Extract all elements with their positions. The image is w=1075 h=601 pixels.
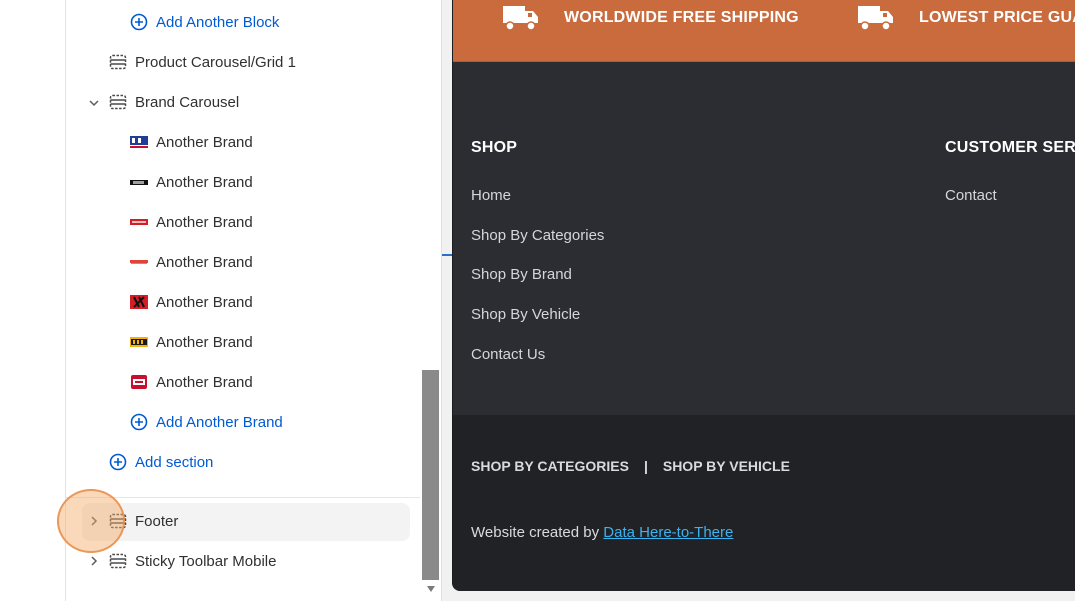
brand-logo-icon [130,295,148,309]
brand-logo-icon [130,255,148,269]
footer-column-heading: CUSTOMER SERV [945,139,1075,156]
click-indicator [57,489,125,553]
chevron-right-icon[interactable] [88,555,100,567]
section-item-label: Product Carousel/Grid 1 [135,53,296,71]
brand-block-item[interactable]: Another Brand [130,204,253,240]
brand-block-label: Another Brand [156,373,253,391]
footer-link[interactable]: Shop By Vehicle [471,306,580,323]
credit-link[interactable]: Data Here-to-There [603,524,733,541]
brand-block-item[interactable]: Another Brand [130,124,253,160]
brand-block-item[interactable]: Another Brand [130,324,253,360]
section-icon [109,553,127,569]
brand-block-item[interactable]: Another Brand [130,284,253,320]
footer-link[interactable]: Home [471,187,511,204]
promo-item-price: LOWEST PRICE GUAR [857,0,1075,36]
promo-item-shipping: WORLDWIDE FREE SHIPPING [502,0,799,36]
footer-column-heading: SHOP [471,139,518,156]
chevron-down-icon[interactable] [88,97,100,109]
section-item-label: Sticky Toolbar Mobile [135,552,277,570]
promo-item-label: WORLDWIDE FREE SHIPPING [564,9,799,26]
brand-block-item[interactable]: Another Brand [130,364,253,400]
footer-link[interactable]: Shop By Categories [471,227,604,244]
editor-side-rail [0,0,66,601]
plus-circle-icon [109,453,127,471]
add-section-button[interactable]: Add section [109,444,213,480]
brand-block-item[interactable]: Another Brand [130,164,253,200]
brand-block-label: Another Brand [156,293,253,311]
footer-bottom-links: SHOP BY CATEGORIES | SHOP BY VEHICLE [471,458,790,474]
footer-bottom-link[interactable]: SHOP BY VEHICLE [663,458,790,474]
section-icon [109,54,127,70]
truck-icon [503,6,538,31]
section-group-divider [66,497,420,498]
truck-icon [858,6,893,31]
credit-prefix: Website created by [471,524,600,541]
brand-logo-icon [130,215,148,229]
add-section-label: Add section [135,453,214,471]
section-item-sticky-toolbar[interactable]: Sticky Toolbar Mobile [109,543,276,579]
promo-bar: WORLDWIDE FREE SHIPPING LOWEST PRICE GUA… [453,0,1075,62]
brand-logo-icon [130,335,148,349]
brand-block-item[interactable]: Another Brand [130,244,253,280]
brand-block-label: Another Brand [156,253,253,271]
brand-logo-icon [130,175,148,189]
brand-logo-icon [130,375,148,389]
footer-bottom-link[interactable]: SHOP BY CATEGORIES [471,458,629,474]
brand-block-label: Another Brand [156,133,253,151]
add-block-button[interactable]: Add Another Block [130,4,279,40]
section-item-label: Brand Carousel [135,93,240,111]
add-brand-label: Add Another Brand [156,413,283,431]
brand-block-label: Another Brand [156,333,253,351]
footer-link[interactable]: Contact [945,187,997,204]
plus-circle-icon [130,13,148,31]
scrollbar-thumb[interactable] [422,370,439,580]
add-brand-button[interactable]: Add Another Brand [130,404,283,440]
brand-block-label: Another Brand [156,213,253,231]
section-item-product-carousel[interactable]: Product Carousel/Grid 1 [109,44,296,80]
promo-item-label: LOWEST PRICE GUAR [919,9,1075,26]
add-block-label: Add Another Block [156,13,280,31]
link-separator: | [643,458,648,474]
plus-circle-icon [130,413,148,431]
scroll-down-arrow-icon[interactable] [425,584,437,594]
section-item-brand-carousel[interactable]: Brand Carousel [109,84,239,120]
footer-bottom-bar: SHOP BY CATEGORIES | SHOP BY VEHICLE Web… [453,415,1075,591]
store-preview: WORLDWIDE FREE SHIPPING LOWEST PRICE GUA… [452,0,1075,591]
brand-logo-icon [130,135,148,149]
footer-link[interactable]: Contact Us [471,346,545,363]
section-item-label: Footer [135,512,179,530]
footer-link[interactable]: Shop By Brand [471,266,572,283]
site-credit: Website created by Data Here-to-There [471,524,733,541]
section-icon [109,94,127,110]
brand-block-label: Another Brand [156,173,253,191]
footer-menus: SHOP Home Shop By Categories Shop By Bra… [453,62,1075,415]
